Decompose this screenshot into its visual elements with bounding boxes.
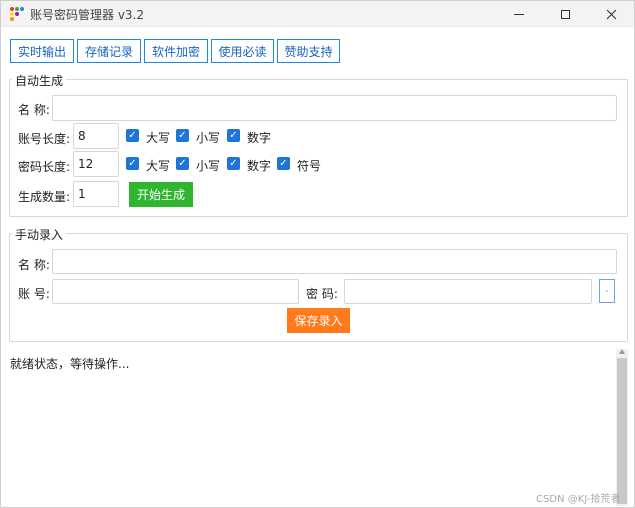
password-symbol-checkbox[interactable]: ✓	[277, 157, 290, 170]
check-icon: ✓	[229, 130, 238, 141]
account-length-input[interactable]: 8	[73, 123, 119, 149]
account-digit-checkbox[interactable]: ✓	[227, 129, 240, 142]
password-length-label: 密码长度:	[18, 160, 71, 174]
password-input[interactable]	[344, 279, 592, 304]
title-bar[interactable]: 账号密码管理器 v3.2	[1, 1, 634, 27]
window-title: 账号密码管理器 v3.2	[30, 8, 145, 22]
password-digit-checkbox[interactable]: ✓	[227, 157, 240, 170]
password-label: 密 码:	[306, 287, 338, 301]
minimize-button[interactable]	[496, 1, 542, 27]
account-label: 账 号:	[18, 287, 50, 301]
scroll-up-icon[interactable]	[619, 349, 625, 354]
account-upper-checkbox[interactable]: ✓	[126, 129, 139, 142]
auto-name-label: 名 称:	[18, 103, 50, 117]
log-scrollbar[interactable]	[616, 349, 628, 506]
realtime-output-button[interactable]: 实时输出	[10, 39, 74, 63]
app-dots-icon	[10, 7, 24, 21]
check-icon: ✓	[178, 130, 187, 141]
check-icon: ✓	[128, 130, 137, 141]
account-upper-label: 大写	[146, 131, 171, 145]
save-entry-button[interactable]: 保存录入	[287, 308, 350, 333]
close-icon	[606, 9, 616, 19]
manual-name-label: 名 称:	[18, 258, 50, 272]
check-icon: ✓	[128, 158, 137, 169]
status-text: 就绪状态，等待操作...	[10, 357, 130, 371]
check-icon: ✓	[229, 158, 238, 169]
password-upper-label: 大写	[146, 159, 171, 173]
app-window: 账号密码管理器 v3.2 实时输出 存储记录 软件加密 使用必读 赞助支持 自动…	[0, 0, 635, 508]
account-input[interactable]	[52, 279, 299, 304]
maximize-icon	[560, 9, 570, 19]
account-lower-label: 小写	[196, 131, 221, 145]
check-icon: ✓	[279, 158, 288, 169]
account-lower-checkbox[interactable]: ✓	[176, 129, 189, 142]
password-toggle-button[interactable]	[599, 279, 615, 303]
manual-entry-title: 手动录入	[12, 226, 67, 243]
close-button[interactable]	[588, 1, 634, 27]
must-read-button[interactable]: 使用必读	[211, 39, 274, 63]
password-lower-label: 小写	[196, 159, 221, 173]
password-lower-checkbox[interactable]: ✓	[176, 157, 189, 170]
password-symbol-label: 符号	[297, 159, 322, 173]
watermark: CSDN @KJ-拾荒者	[536, 494, 621, 505]
count-label: 生成数量:	[18, 190, 71, 204]
auto-name-input[interactable]	[52, 95, 617, 121]
auto-generate-title: 自动生成	[12, 72, 67, 89]
log-output[interactable]: 就绪状态，等待操作...	[7, 349, 615, 504]
sponsor-button[interactable]: 赞助支持	[277, 39, 340, 63]
maximize-button[interactable]	[542, 1, 588, 27]
eye-icon	[606, 290, 608, 292]
password-length-input[interactable]: 12	[73, 151, 119, 177]
check-icon: ✓	[178, 158, 187, 169]
account-digit-label: 数字	[247, 131, 272, 145]
password-digit-label: 数字	[247, 159, 272, 173]
password-upper-checkbox[interactable]: ✓	[126, 157, 139, 170]
start-generate-button[interactable]: 开始生成	[129, 182, 193, 207]
scroll-thumb[interactable]	[617, 358, 627, 504]
manual-name-input[interactable]	[52, 249, 617, 274]
count-input[interactable]: 1	[73, 181, 119, 207]
account-length-label: 账号长度:	[18, 132, 71, 146]
software-encrypt-button[interactable]: 软件加密	[144, 39, 208, 63]
storage-records-button[interactable]: 存储记录	[77, 39, 141, 63]
minimize-icon	[514, 13, 524, 15]
